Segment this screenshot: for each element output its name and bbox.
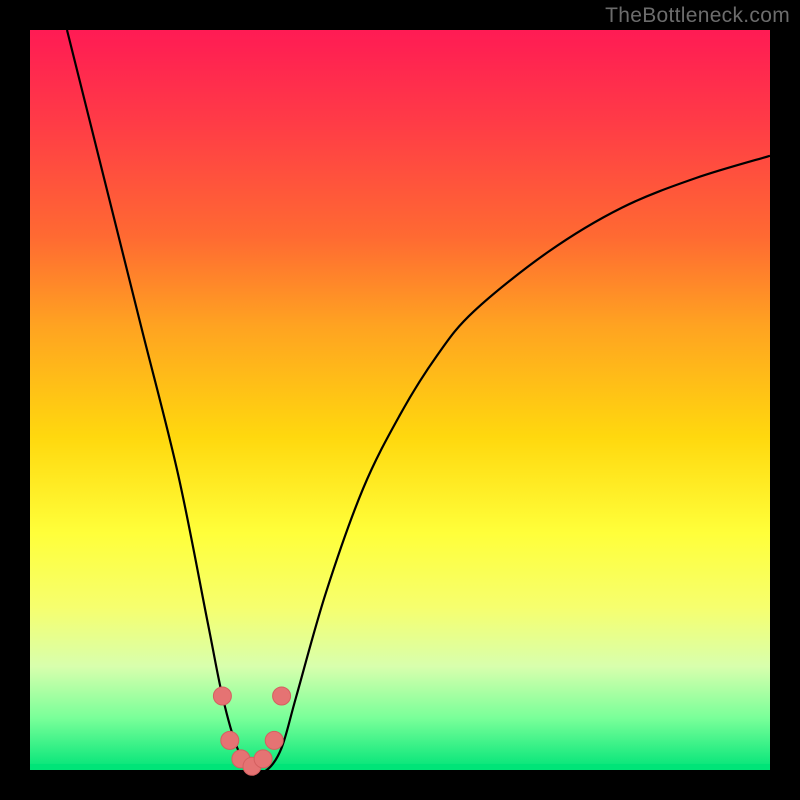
valley-marker [265, 731, 283, 749]
valley-marker [273, 687, 291, 705]
curve-line [67, 30, 770, 773]
bottleneck-curve [30, 30, 770, 770]
valley-marker [213, 687, 231, 705]
valley-marker [254, 750, 272, 768]
watermark-text: TheBottleneck.com [605, 4, 790, 28]
valley-marker [221, 731, 239, 749]
chart-frame: TheBottleneck.com [0, 0, 800, 800]
plot-area [30, 30, 770, 770]
valley-markers [213, 687, 290, 775]
